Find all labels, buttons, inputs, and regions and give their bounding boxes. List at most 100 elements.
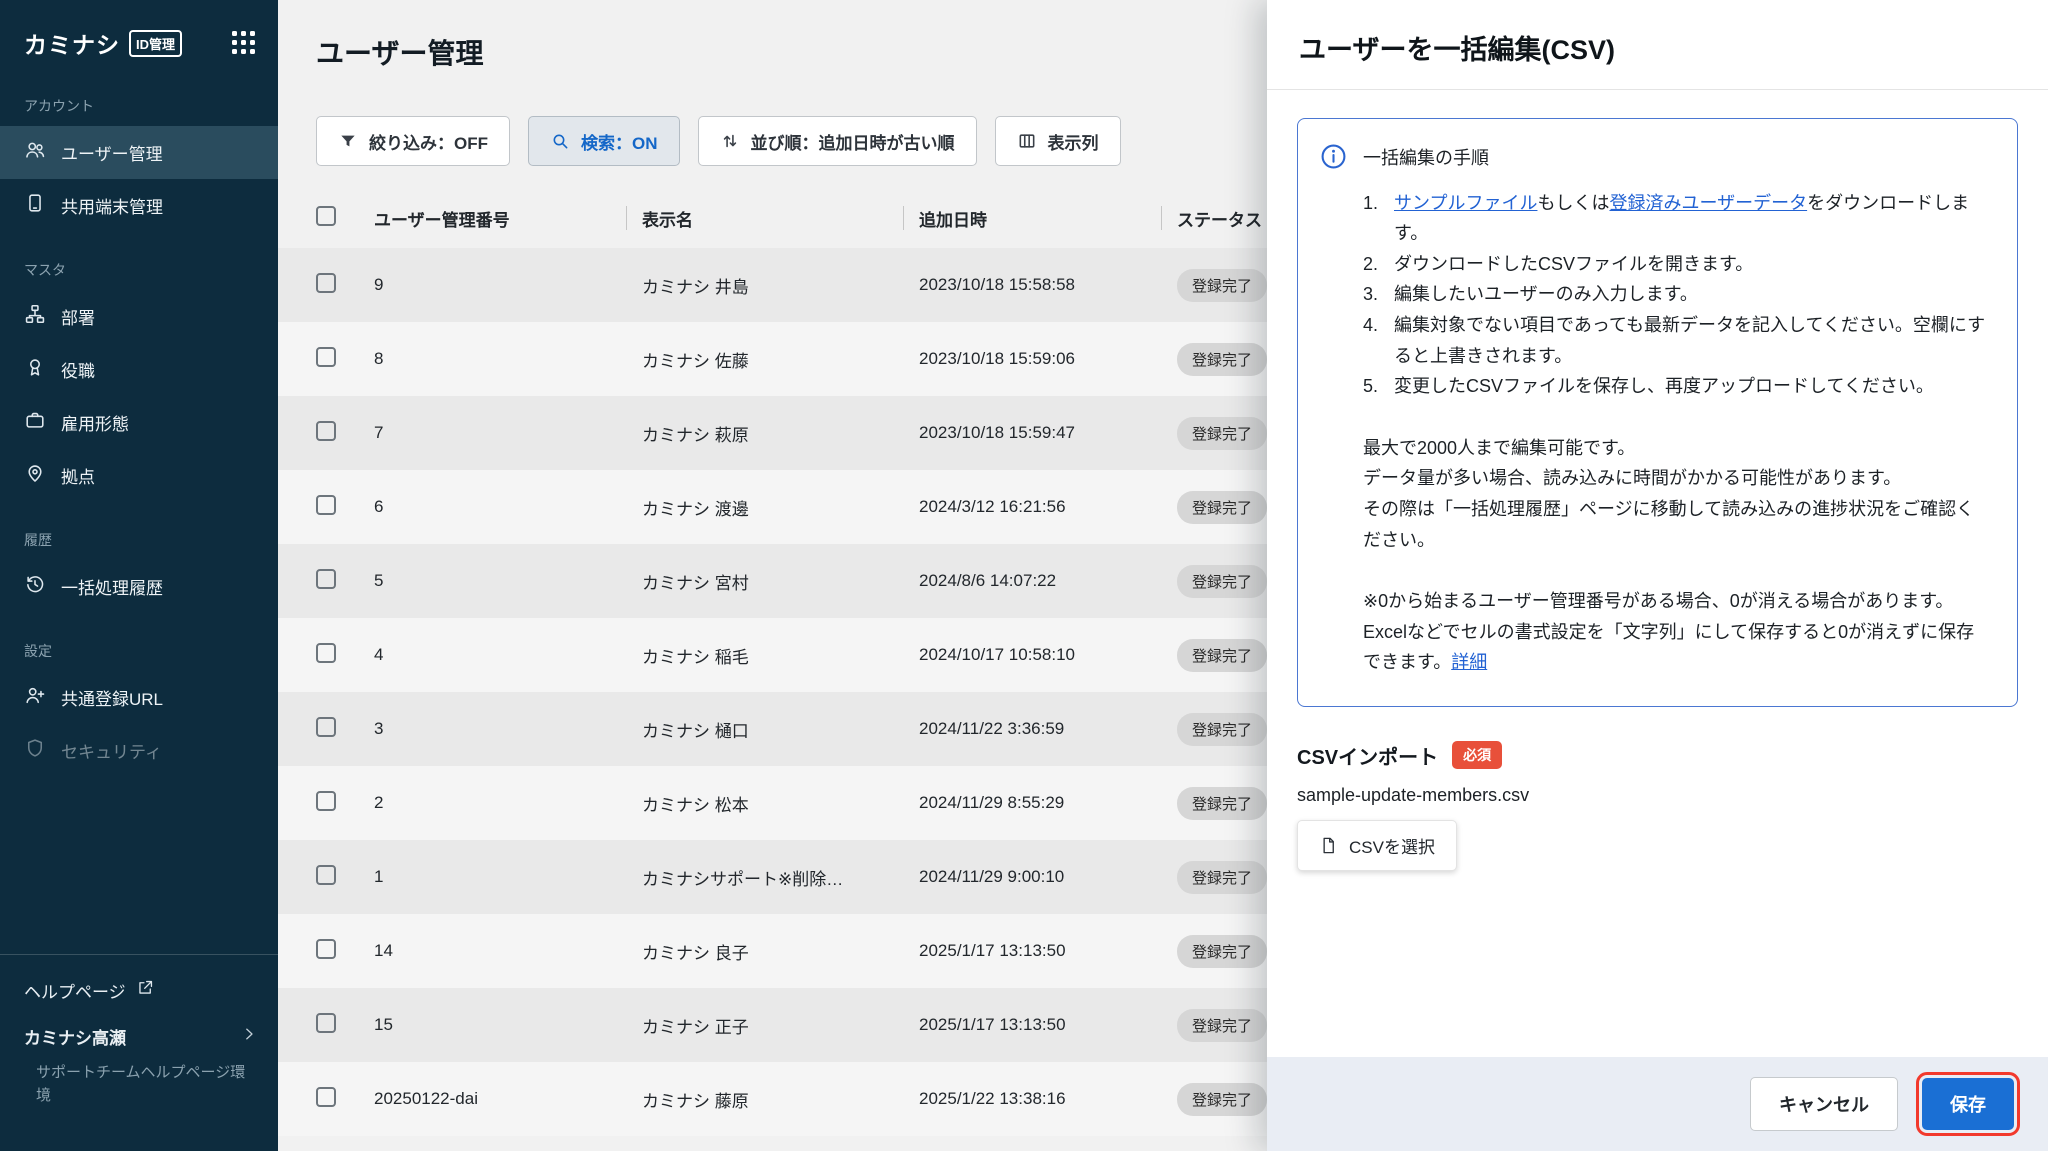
cancel-button[interactable]: キャンセル — [1750, 1077, 1898, 1131]
select-all-checkbox[interactable] — [316, 206, 336, 226]
sort-icon — [720, 131, 740, 151]
sidebar-item-departments[interactable]: 部署 — [0, 290, 278, 343]
sort-button[interactable]: 並び順：追加日時が古い順 — [698, 116, 977, 166]
sidebar-section-settings: 設定 — [0, 613, 278, 671]
sidebar-item-label: 部署 — [61, 304, 95, 329]
row-checkbox[interactable] — [316, 643, 336, 663]
required-badge: 必須 — [1452, 741, 1502, 769]
cell-user-id: 2 — [374, 793, 626, 813]
row-checkbox[interactable] — [316, 495, 336, 515]
status-badge: 登録完了 — [1177, 343, 1267, 376]
row-checkbox[interactable] — [316, 273, 336, 293]
cell-user-id: 4 — [374, 645, 626, 665]
shield-icon — [24, 737, 46, 764]
sidebar-item-label: 一括処理履歴 — [61, 574, 163, 599]
chevron-right-icon — [240, 1025, 258, 1048]
columns-button[interactable]: 表示列 — [995, 116, 1121, 166]
cell-display-name: カミナシ 樋口 — [626, 717, 903, 742]
sidebar: カミナシ ID管理 アカウント ユーザー管理 共用端末管理 マスタ 部署 役職 … — [0, 0, 278, 1151]
cell-user-id: 1 — [374, 867, 626, 887]
drawer-title: ユーザーを一括編集(CSV) — [1267, 0, 2048, 90]
sidebar-item-shared-devices[interactable]: 共用端末管理 — [0, 179, 278, 232]
cell-display-name: カミナシ 藤原 — [626, 1087, 903, 1112]
sidebar-item-security[interactable]: セキュリティ — [0, 724, 278, 777]
bulk-edit-csv-drawer: ユーザーを一括編集(CSV) 一括編集の手順 1.サンプルファイルもしくは登録済… — [1267, 0, 2048, 1151]
sidebar-footer: ヘルプページ カミナシ高瀬 サポートチームヘルプページ環境 — [0, 938, 278, 1151]
registered-user-data-link[interactable]: 登録済みユーザーデータ — [1609, 193, 1807, 213]
cell-user-id: 9 — [374, 275, 626, 295]
user-plus-icon — [24, 684, 46, 711]
status-badge: 登録完了 — [1177, 1083, 1267, 1116]
filter-button[interactable]: 絞り込み：OFF — [316, 116, 510, 166]
header-user-id: ユーザー管理番号 — [374, 206, 626, 231]
filter-button-label: 絞り込み：OFF — [369, 129, 488, 154]
cell-user-id: 20250122-dai — [374, 1089, 626, 1109]
help-page-link[interactable]: ヘルプページ — [0, 967, 278, 1014]
sidebar-item-label: 役職 — [61, 357, 95, 382]
sidebar-logo-row: カミナシ ID管理 — [0, 24, 278, 68]
guide-step-2: 2.ダウンロードしたCSVファイルを開きます。 — [1363, 249, 1991, 280]
cell-added-at: 2023/10/18 15:59:47 — [903, 423, 1161, 443]
row-checkbox-cell — [278, 865, 374, 890]
row-checkbox[interactable] — [316, 421, 336, 441]
csv-select-button[interactable]: CSVを選択 — [1297, 820, 1457, 871]
row-checkbox-cell — [278, 1013, 374, 1038]
row-checkbox[interactable] — [316, 569, 336, 589]
sidebar-item-user-management[interactable]: ユーザー管理 — [0, 126, 278, 179]
row-checkbox[interactable] — [316, 939, 336, 959]
cell-display-name: カミナシ 正子 — [626, 1013, 903, 1038]
save-button[interactable]: 保存 — [1922, 1078, 2014, 1130]
sidebar-item-batch-history[interactable]: 一括処理履歴 — [0, 560, 278, 613]
history-icon — [24, 573, 46, 600]
row-checkbox-cell — [278, 495, 374, 520]
header-checkbox-cell — [278, 206, 374, 231]
sidebar-item-roles[interactable]: 役職 — [0, 343, 278, 396]
guide-note: 最大で2000人まで編集可能です。 データ量が多い場合、読み込みに時間がかかる可… — [1363, 433, 1991, 555]
sidebar-item-locations[interactable]: 拠点 — [0, 449, 278, 502]
sidebar-item-label: 雇用形態 — [61, 410, 129, 435]
sidebar-item-common-registration-url[interactable]: 共通登録URL — [0, 671, 278, 724]
row-checkbox[interactable] — [316, 1013, 336, 1033]
status-badge: 登録完了 — [1177, 1009, 1267, 1042]
guide-step-1: 1.サンプルファイルもしくは登録済みユーザーデータをダウンロードします。 — [1363, 188, 1991, 249]
status-badge: 登録完了 — [1177, 417, 1267, 450]
cell-user-id: 3 — [374, 719, 626, 739]
drawer-footer: キャンセル 保存 — [1267, 1057, 2048, 1151]
header-display-name: 表示名 — [626, 206, 903, 231]
cell-display-name: カミナシサポート※削除… — [626, 865, 903, 890]
csv-select-button-label: CSVを選択 — [1349, 833, 1435, 858]
account-menu[interactable]: カミナシ高瀬 — [0, 1014, 278, 1057]
status-badge: 登録完了 — [1177, 713, 1267, 746]
cell-display-name: カミナシ 稲毛 — [626, 643, 903, 668]
filter-icon — [338, 131, 358, 151]
apps-grid-icon[interactable] — [232, 31, 256, 55]
guide-step-3: 3.編集したいユーザーのみ入力します。 — [1363, 279, 1991, 310]
cell-display-name: カミナシ 松本 — [626, 791, 903, 816]
account-name: カミナシ高瀬 — [24, 1024, 126, 1049]
org-chart-icon — [24, 303, 46, 330]
row-checkbox[interactable] — [316, 865, 336, 885]
cell-user-id: 14 — [374, 941, 626, 961]
sample-file-link[interactable]: サンプルファイル — [1394, 193, 1537, 213]
row-checkbox-cell — [278, 569, 374, 594]
cell-added-at: 2024/3/12 16:21:56 — [903, 497, 1161, 517]
search-button[interactable]: 検索：ON — [528, 116, 680, 166]
brand: カミナシ ID管理 — [24, 26, 182, 60]
guide-title: 一括編集の手順 — [1363, 143, 1991, 174]
award-icon — [24, 356, 46, 383]
header-added-at: 追加日時 — [903, 206, 1161, 231]
row-checkbox[interactable] — [316, 347, 336, 367]
sidebar-item-employment-type[interactable]: 雇用形態 — [0, 396, 278, 449]
row-checkbox[interactable] — [316, 1087, 336, 1107]
details-link[interactable]: 詳細 — [1451, 652, 1487, 672]
row-checkbox-cell — [278, 939, 374, 964]
cell-added-at: 2024/11/29 9:00:10 — [903, 867, 1161, 887]
row-checkbox-cell — [278, 347, 374, 372]
row-checkbox[interactable] — [316, 717, 336, 737]
status-badge: 登録完了 — [1177, 861, 1267, 894]
cell-added-at: 2024/11/29 8:55:29 — [903, 793, 1161, 813]
row-checkbox[interactable] — [316, 791, 336, 811]
csv-import-header: CSVインポート 必須 — [1297, 741, 2018, 770]
cell-display-name: カミナシ 良子 — [626, 939, 903, 964]
cell-user-id: 8 — [374, 349, 626, 369]
